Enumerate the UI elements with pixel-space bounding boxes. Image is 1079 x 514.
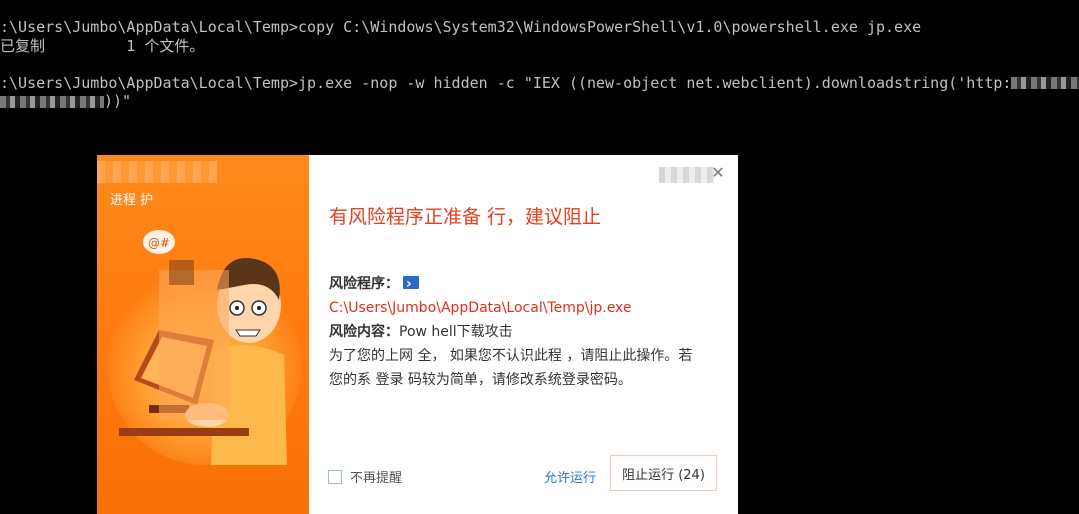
close-icon[interactable]: ✕ bbox=[710, 165, 726, 181]
dont-remind-checkbox[interactable] bbox=[328, 469, 342, 484]
risk-details: 风险程序： C:\Users\Jumbo\AppData\Local\Temp\j… bbox=[329, 272, 704, 392]
worried-user-illustration: @# bbox=[119, 230, 287, 465]
terminal-line: ))" bbox=[0, 92, 1079, 111]
panel-title: 进程 护 bbox=[110, 193, 154, 208]
risk-program-label: 风险程序： bbox=[329, 276, 399, 292]
alert-headline: 有风险程序正准备 行，建议阻止 bbox=[329, 206, 602, 228]
redacted-header bbox=[659, 167, 714, 183]
dialog-side-panel: 进程 护 @# bbox=[97, 155, 309, 514]
terminal-line: :\Users\Jumbo\AppData\Local\Temp>copy C:… bbox=[0, 18, 922, 36]
risk-description: 为了您的上网 全， 如果您不认识此程 ，请阻止此操作。若您的系 登录 码较为简单… bbox=[329, 348, 693, 388]
allow-run-link[interactable]: 允许运行 bbox=[544, 467, 596, 486]
risk-content-value: Pow hell下载攻击 bbox=[399, 324, 513, 340]
dont-remind-toggle[interactable]: 不再提醒 bbox=[328, 467, 402, 486]
redacted-url bbox=[1011, 77, 1079, 89]
powershell-icon bbox=[403, 272, 419, 296]
risk-program-path: C:\Users\Jumbo\AppData\Local\Temp\jp.exe bbox=[329, 300, 632, 316]
block-run-button[interactable]: 阻止运行 (24) bbox=[610, 455, 717, 491]
dialog-footer: 不再提醒 允许运行 阻止运行 (24) bbox=[309, 455, 738, 495]
redacted-url bbox=[0, 95, 104, 108]
risk-content-row: 风险内容：Pow hell下载攻击 bbox=[329, 320, 704, 344]
dialog-content: ✕ 有风险程序正准备 行，建议阻止 风险程序： C:\Users\Jumbo\Ap… bbox=[309, 155, 738, 514]
dont-remind-label: 不再提醒 bbox=[350, 471, 403, 486]
redacted-logo bbox=[97, 161, 217, 183]
terminal-line: :\Users\Jumbo\AppData\Local\Temp>jp.exe … bbox=[0, 74, 1079, 93]
security-alert-dialog: 进程 护 @# ✕ 有风险程序正准备 行，建议阻止 风险程序：›C:\Users… bbox=[97, 155, 738, 514]
risk-program-row: 风险程序： C:\Users\Jumbo\AppData\Local\Temp\j… bbox=[329, 272, 704, 320]
terminal-line: 已复制 1 个文件。 bbox=[0, 36, 205, 55]
risk-content-label: 风险内容： bbox=[329, 324, 399, 340]
svg-text:@#: @# bbox=[148, 236, 170, 250]
